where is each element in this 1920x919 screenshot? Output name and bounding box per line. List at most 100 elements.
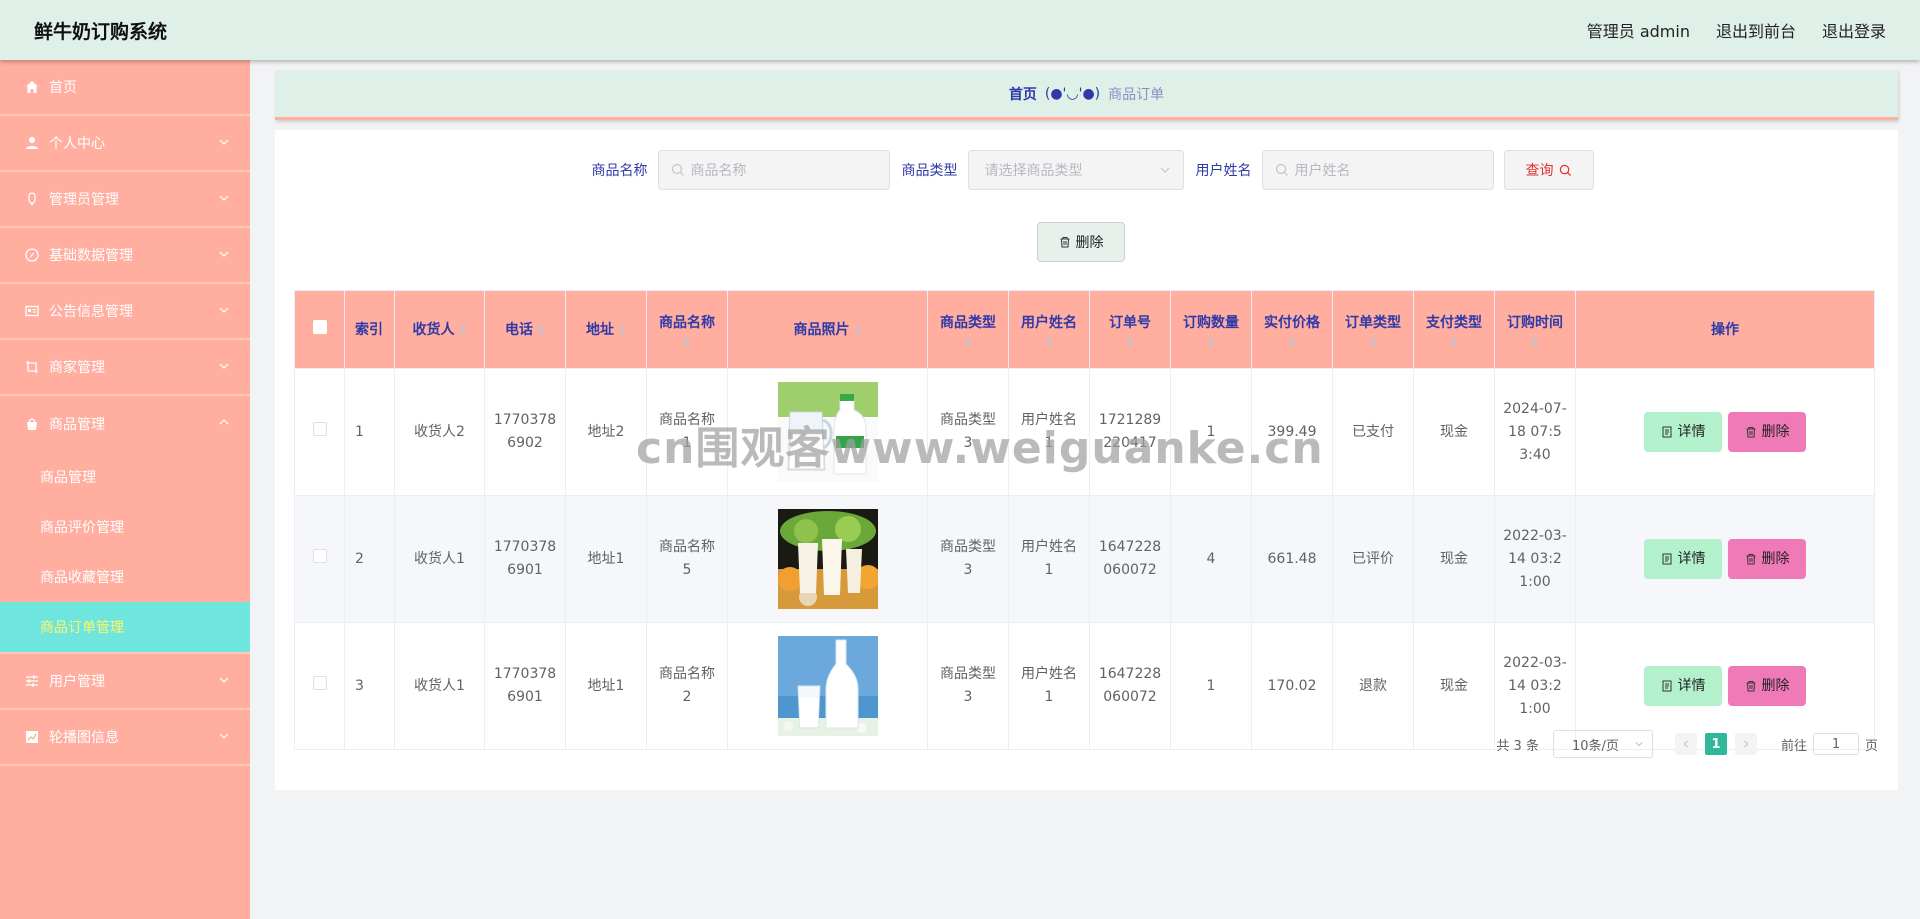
col-phone[interactable]: 电话	[484, 290, 566, 369]
sort-icon[interactable]	[964, 336, 972, 347]
row-checkbox[interactable]	[312, 421, 327, 436]
sidebar-item-label: 公告信息管理	[49, 304, 133, 320]
watermark-text: cn围观客www.weiguanke.cn	[636, 423, 1324, 474]
cell-phone: 17703786901	[484, 495, 566, 623]
sidebar-item-goods[interactable]: 商品管理	[0, 396, 250, 452]
page-unit-label: 页	[1864, 738, 1878, 754]
delete-button[interactable]: 删除	[1728, 412, 1806, 452]
trash-icon	[1746, 427, 1755, 438]
detail-button[interactable]: 详情	[1644, 412, 1722, 452]
cell-order-no: 1647228060072	[1089, 495, 1171, 623]
cell-order-no: 1647228060072	[1089, 622, 1171, 750]
cell-goods-photo	[727, 622, 928, 750]
cell-goods-name: 商品名称2	[646, 622, 728, 750]
cell-price: 170.02	[1251, 622, 1333, 750]
col-order-time[interactable]: 订购时间	[1494, 290, 1576, 369]
page-size-select[interactable]: 10条/页	[1552, 730, 1653, 758]
sort-icon[interactable]	[1288, 336, 1296, 347]
sidebar-subitem-goods-manage[interactable]: 商品管理	[0, 452, 250, 502]
chevron-down-icon	[219, 139, 229, 145]
goods-type-select[interactable]: 请选择商品类型	[967, 150, 1184, 190]
sort-icon[interactable]	[618, 324, 626, 335]
sidebar-subitem-goods-order[interactable]: 商品订单管理	[0, 602, 250, 652]
goods-name-label: 商品名称	[591, 163, 648, 179]
sort-icon[interactable]	[1369, 336, 1377, 347]
page-number-current[interactable]: 1	[1704, 733, 1727, 755]
select-all-checkbox[interactable]	[312, 319, 327, 334]
cell-address: 地址1	[565, 622, 647, 750]
col-pay-type[interactable]: 支付类型	[1413, 290, 1495, 369]
goods-icon	[24, 416, 40, 432]
col-index[interactable]: 索引	[344, 290, 395, 369]
sidebar-item-merchant[interactable]: 商家管理	[0, 340, 250, 396]
goods-name-placeholder: 商品名称	[690, 163, 747, 179]
sort-icon[interactable]	[1126, 336, 1134, 347]
row-checkbox[interactable]	[312, 548, 327, 563]
sort-icon[interactable]	[1045, 336, 1053, 347]
batch-delete-button[interactable]: 删除	[1037, 222, 1125, 262]
logout-link[interactable]: 退出登录	[1822, 18, 1886, 42]
goods-type-label: 商品类型	[901, 163, 958, 179]
delete-button[interactable]: 删除	[1728, 666, 1806, 706]
top-header: 鲜牛奶订购系统 管理员 admin 退出到前台 退出登录	[0, 0, 1920, 60]
sidebar-subitem-goods-review[interactable]: 商品评价管理	[0, 502, 250, 552]
col-goods-name[interactable]: 商品名称	[646, 290, 728, 369]
sort-icon[interactable]	[854, 324, 862, 335]
cell-receiver: 收货人1	[394, 495, 485, 623]
cell-receiver: 收货人2	[394, 368, 485, 496]
top-links: 管理员 admin 退出到前台 退出登录	[1587, 18, 1886, 42]
sort-icon[interactable]	[1531, 336, 1539, 347]
sort-icon[interactable]	[1450, 336, 1458, 347]
sidebar-item-admin[interactable]: 管理员管理	[0, 172, 250, 228]
goto-page-input[interactable]: 1	[1812, 733, 1859, 755]
sort-icon[interactable]	[1207, 336, 1215, 347]
sidebar-item-basic-data[interactable]: 基础数据管理	[0, 228, 250, 284]
sidebar-item-carousel[interactable]: 轮播图信息	[0, 710, 250, 766]
sort-icon[interactable]	[459, 324, 467, 335]
goods-photo-milk-glasses[interactable]	[777, 509, 878, 609]
query-button[interactable]: 查询	[1503, 150, 1594, 190]
user-name-input[interactable]: 用户姓名	[1261, 150, 1494, 190]
row-checkbox[interactable]	[312, 675, 327, 690]
home-icon	[24, 79, 40, 95]
sidebar-item-label: 轮播图信息	[49, 730, 119, 746]
sidebar-subitem-goods-favorite[interactable]: 商品收藏管理	[0, 552, 250, 602]
chevron-right-icon	[1744, 740, 1749, 748]
col-address[interactable]: 地址	[565, 290, 647, 369]
sidebar-item-personal[interactable]: 个人中心	[0, 116, 250, 172]
col-receiver[interactable]: 收货人	[394, 290, 485, 369]
sidebar-item-home[interactable]: 首页	[0, 60, 250, 116]
trash-icon	[1746, 681, 1755, 692]
col-order-type[interactable]: 订单类型	[1332, 290, 1414, 369]
cell-order-type: 退款	[1332, 622, 1414, 750]
col-price[interactable]: 实付价格	[1251, 290, 1333, 369]
col-order-no[interactable]: 订单号	[1089, 290, 1171, 369]
col-qty[interactable]: 订购数量	[1170, 290, 1252, 369]
cell-pay-type: 现金	[1413, 368, 1495, 496]
cell-index: 1	[344, 368, 395, 496]
delete-button[interactable]: 删除	[1728, 539, 1806, 579]
sidebar-item-label: 首页	[49, 80, 77, 96]
detail-button[interactable]: 详情	[1644, 539, 1722, 579]
goods-name-input[interactable]: 商品名称	[657, 150, 890, 190]
cell-order-type: 已支付	[1332, 368, 1414, 496]
sidebar-item-notice[interactable]: 公告信息管理	[0, 284, 250, 340]
cell-index: 3	[344, 622, 395, 750]
sort-icon[interactable]	[537, 324, 545, 335]
exit-to-front-link[interactable]: 退出到前台	[1716, 18, 1796, 42]
breadcrumb-home[interactable]: 首页	[1009, 84, 1037, 104]
prev-page-button[interactable]	[1674, 733, 1697, 755]
col-user-name[interactable]: 用户姓名	[1008, 290, 1090, 369]
search-icon	[671, 163, 684, 176]
col-goods-photo[interactable]: 商品照片	[727, 290, 928, 369]
goods-photo-milk-bottle[interactable]	[777, 636, 878, 736]
cell-pay-type: 现金	[1413, 622, 1495, 750]
admin-label[interactable]: 管理员 admin	[1587, 18, 1690, 42]
col-goods-type[interactable]: 商品类型	[927, 290, 1009, 369]
sort-icon[interactable]	[683, 336, 691, 347]
next-page-button[interactable]	[1734, 733, 1757, 755]
detail-button[interactable]: 详情	[1644, 666, 1722, 706]
cell-actions: 详情 删除	[1575, 368, 1875, 496]
select-all-cell[interactable]	[294, 290, 345, 369]
sidebar-item-users[interactable]: 用户管理	[0, 654, 250, 710]
